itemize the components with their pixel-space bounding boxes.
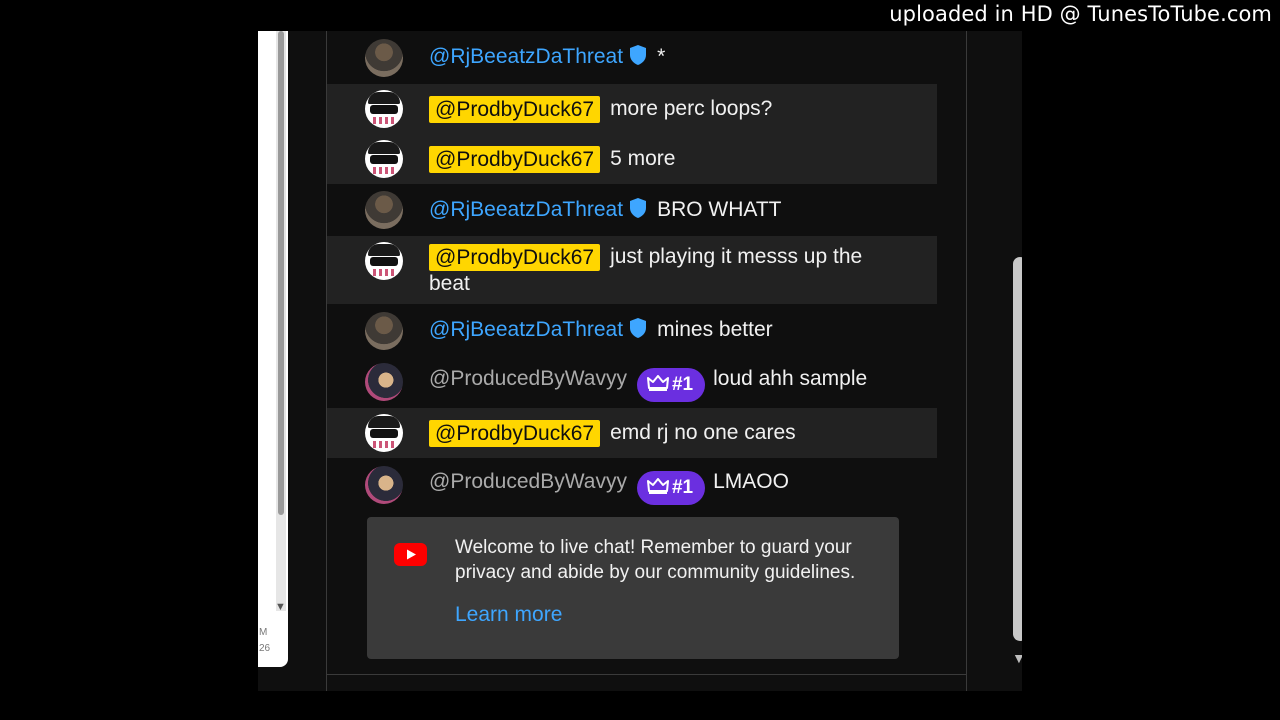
author-name[interactable]: @ProducedByWavyy xyxy=(429,366,627,392)
crown-icon xyxy=(646,478,669,494)
verified-shield-icon xyxy=(630,318,647,338)
author-name[interactable]: @RjBeeatzDaThreat xyxy=(429,197,623,223)
chat-message-line: @RjBeeatzDaThreat mines better xyxy=(429,317,929,343)
avatar[interactable] xyxy=(365,312,403,350)
chat-message-line: @ProdbyDuck67 5 more xyxy=(429,146,929,173)
screenshot-frame: ▼ M 26 @RjBeeatzDaThreat * @ProdbyDuck67 m… xyxy=(258,31,1022,691)
avatar[interactable] xyxy=(365,414,403,452)
chat-message: @ProdbyDuck67 5 more xyxy=(327,134,937,184)
chat-message-line: @ProducedByWavyy #1 loud ahh sample xyxy=(429,366,929,402)
message-text: * xyxy=(657,45,666,68)
learn-more-link[interactable]: Learn more xyxy=(455,603,562,627)
watermark: uploaded in HD @ TunesToTube.com xyxy=(889,2,1272,26)
author-name[interactable]: @ProdbyDuck67 xyxy=(429,244,601,271)
author-name[interactable]: @ProducedByWavyy xyxy=(429,469,627,495)
divider xyxy=(327,674,966,675)
chat-message: @ProducedByWavyy #1 loud ahh sample xyxy=(327,356,937,408)
chat-message: @RjBeeatzDaThreat mines better xyxy=(327,304,937,356)
welcome-banner: Welcome to live chat! Remember to guard … xyxy=(367,517,899,659)
chevron-down-icon[interactable]: ▼ xyxy=(1012,650,1022,666)
message-text: emd rj no one cares xyxy=(610,421,796,444)
side-text-fragment: M xyxy=(259,627,268,638)
message-text: LMAOO xyxy=(713,470,789,493)
author-name[interactable]: @ProdbyDuck67 xyxy=(429,96,601,123)
avatar[interactable] xyxy=(365,39,403,77)
author-name[interactable]: @ProdbyDuck67 xyxy=(429,146,601,173)
chat-message: @ProdbyDuck67 just playing it messs up th… xyxy=(327,236,937,304)
youtube-logo-icon xyxy=(394,543,427,566)
crown-icon xyxy=(646,375,669,391)
badge-label: #1 xyxy=(671,477,694,498)
message-text: BRO WHATT xyxy=(657,198,782,221)
side-panel-fragment: ▼ M 26 xyxy=(258,31,288,667)
chat-message-line: @ProdbyDuck67 just playing it messs up th… xyxy=(429,244,877,297)
author-name[interactable]: @RjBeeatzDaThreat xyxy=(429,44,623,70)
chat-message: @ProducedByWavyy #1 LMAOO xyxy=(327,458,937,512)
message-text: more perc loops? xyxy=(610,97,773,120)
chat-message: @RjBeeatzDaThreat BRO WHATT xyxy=(327,184,937,236)
author-name[interactable]: @RjBeeatzDaThreat xyxy=(429,317,623,343)
message-text: 5 more xyxy=(610,147,676,170)
chat-message: @ProdbyDuck67 more perc loops? xyxy=(327,84,937,134)
author-name[interactable]: @ProdbyDuck67 xyxy=(429,420,601,447)
chevron-down-icon[interactable]: ▼ xyxy=(275,601,286,613)
live-chat-panel: @RjBeeatzDaThreat * @ProdbyDuck67 more per… xyxy=(326,31,1022,691)
chat-message-line: @ProdbyDuck67 emd rj no one cares xyxy=(429,420,929,447)
chat-message: @ProdbyDuck67 emd rj no one cares xyxy=(327,408,937,458)
avatar[interactable] xyxy=(365,363,403,401)
avatar[interactable] xyxy=(365,140,403,178)
chat-message-line: @ProducedByWavyy #1 LMAOO xyxy=(429,469,929,505)
member-badge: #1 xyxy=(636,368,706,402)
avatar[interactable] xyxy=(365,90,403,128)
avatar[interactable] xyxy=(365,242,403,280)
badge-label: #1 xyxy=(671,374,694,395)
message-text: mines better xyxy=(657,318,773,341)
avatar[interactable] xyxy=(365,191,403,229)
chat-message-line: @RjBeeatzDaThreat BRO WHATT xyxy=(429,197,929,223)
avatar[interactable] xyxy=(365,466,403,504)
chat-message: @RjBeeatzDaThreat * xyxy=(327,31,937,83)
side-text-fragment: 26 xyxy=(259,643,271,654)
member-badge: #1 xyxy=(636,471,706,505)
side-scrollbar-thumb[interactable] xyxy=(278,31,284,515)
chat-message-line: @ProdbyDuck67 more perc loops? xyxy=(429,96,929,123)
message-text: loud ahh sample xyxy=(713,367,868,390)
welcome-text: Welcome to live chat! Remember to guard … xyxy=(455,537,856,583)
verified-shield-icon xyxy=(630,45,647,65)
verified-shield-icon xyxy=(630,198,647,218)
chat-message-line: @RjBeeatzDaThreat * xyxy=(429,44,929,70)
chat-scrollbar-thumb[interactable] xyxy=(1013,257,1022,641)
